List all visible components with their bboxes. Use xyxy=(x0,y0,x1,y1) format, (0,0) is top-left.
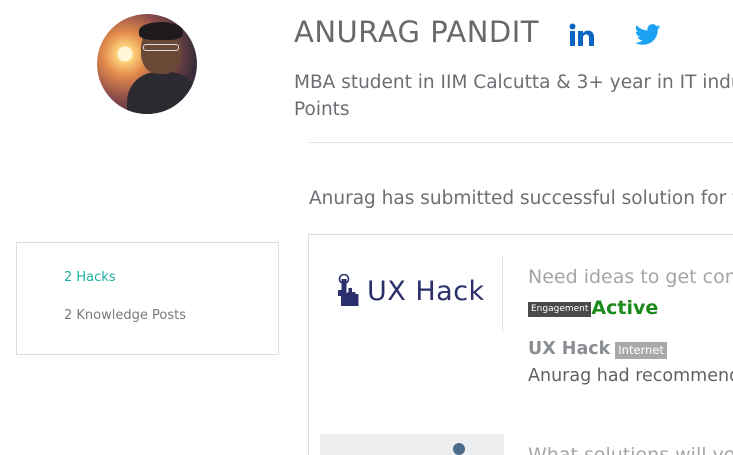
hack-thumbnail-2[interactable] xyxy=(320,434,504,455)
pointer-hand-icon xyxy=(338,274,359,306)
sidebar-item-knowledge-posts[interactable]: 2 Knowledge Posts xyxy=(64,308,186,323)
twitter-icon[interactable] xyxy=(634,22,662,48)
avatar-body xyxy=(127,72,197,114)
linkedin-icon[interactable] xyxy=(568,22,596,48)
avatar-hair xyxy=(139,22,183,40)
bio-line-1: MBA student in IIM Calcutta & 3+ year in… xyxy=(294,72,733,93)
bio-line-2: Points xyxy=(294,99,350,120)
sidebar-stats-card: 2 Hacks 2 Knowledge Posts xyxy=(16,242,279,355)
thumbnail-icon xyxy=(453,443,465,455)
profile-avatar xyxy=(97,14,197,114)
logo-text: UX Hack xyxy=(367,275,485,307)
hack-description: Anurag had recommended xyxy=(528,366,733,386)
card-divider xyxy=(502,256,503,332)
status-text: Active xyxy=(591,297,659,319)
avatar-glasses xyxy=(143,44,179,51)
profile-name: ANURAG PANDIT xyxy=(294,15,540,49)
section-divider xyxy=(309,142,733,143)
status-row: Engagement Active xyxy=(528,297,658,319)
category-badge: Internet xyxy=(615,342,667,359)
hack-title[interactable]: Need ideas to get contr xyxy=(528,266,733,288)
sidebar-item-hacks[interactable]: 2 Hacks xyxy=(64,270,116,285)
engagement-badge: Engagement xyxy=(528,302,592,317)
hack-card: UX Hack Need ideas to get contr Engageme… xyxy=(308,234,733,455)
hack-title-2[interactable]: What solutions will you xyxy=(528,444,733,455)
ux-hack-logo[interactable]: UX Hack xyxy=(335,271,490,311)
hack-name[interactable]: UX Hack xyxy=(528,339,610,359)
hack-name-row: UX Hack Internet xyxy=(528,339,667,359)
submitted-summary: Anurag has submitted successful solution… xyxy=(309,188,733,209)
profile-bio: MBA student in IIM Calcutta & 3+ year in… xyxy=(294,69,733,123)
